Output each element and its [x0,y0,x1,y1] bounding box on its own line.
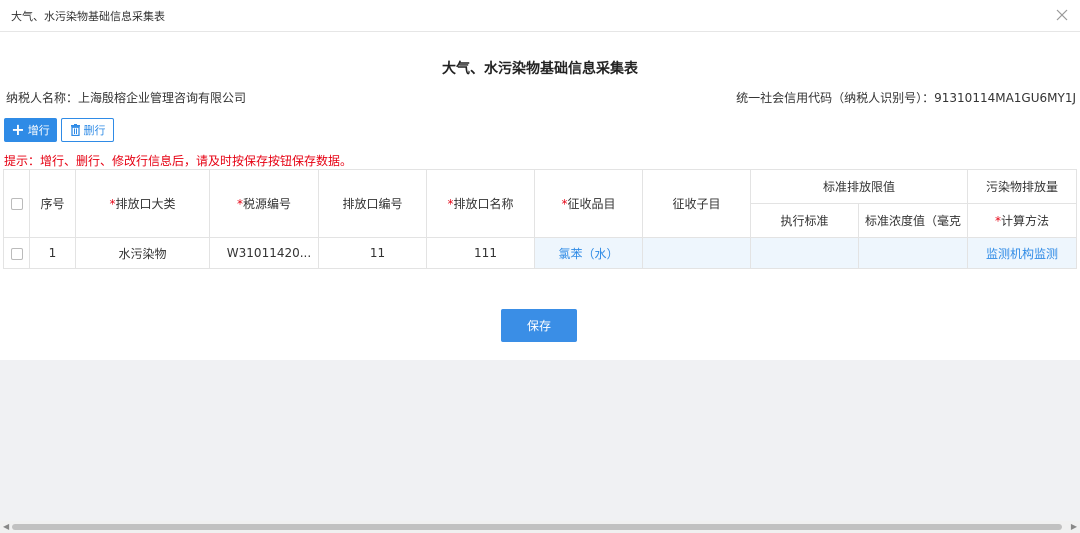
cell-tax-item[interactable]: 氯苯（水） [534,237,643,269]
cell-tax-subitem[interactable] [642,237,751,269]
scroll-right-icon[interactable]: ▶ [1071,522,1077,531]
scroll-left-icon[interactable]: ◀ [3,522,9,531]
delete-row-button[interactable]: 删行 [61,118,114,142]
trash-icon [70,124,80,136]
add-row-button[interactable]: + 增行 [4,118,57,142]
cell-seq: 1 [29,237,76,269]
delete-row-label: 删行 [83,124,106,137]
cell-exec-standard[interactable] [750,237,859,269]
close-icon[interactable] [1052,5,1072,25]
cell-tax-source-no[interactable]: W31011420... [209,237,319,269]
dialog-title: 大气、水污染物基础信息采集表 [11,10,165,23]
select-all-header[interactable] [3,169,30,238]
add-row-label: 增行 [27,124,50,137]
select-all-checkbox[interactable] [10,198,23,210]
table-row[interactable]: 1 水污染物 W31011420... 11 111 氯苯（水） 监测机构监测 [3,237,1078,269]
header-exec-standard: 执行标准 [750,203,859,238]
cell-std-concentration[interactable] [857,237,969,269]
header-seq: 序号 [29,169,76,238]
header-pollutant-group: 污染物排放量 [967,169,1078,204]
dialog-titlebar: 大气、水污染物基础信息采集表 [0,0,1080,32]
table-header-row: 序号 *排放口大类 *税源编号 排放口编号 *排放口名称 *征收品目 征收子目 … [3,169,1078,238]
header-tax-source-no: *税源编号 [209,169,319,238]
row-checkbox[interactable] [10,247,23,260]
header-calc-method: *计算方法 [967,203,1078,238]
scrollbar-thumb[interactable] [12,524,1062,530]
form-title: 大气、水污染物基础信息采集表 [442,61,638,77]
taxpayer-name: 纳税人名称：上海殷榕企业管理咨询有限公司 [6,91,247,105]
header-std-limit-group: 标准排放限值 [749,169,969,204]
header-outlet-no: 排放口编号 [318,169,427,238]
header-std-concentration: 标准浓度值（毫克 [857,203,969,238]
cell-outlet-no[interactable]: 11 [318,237,427,269]
empty-panel [0,360,1080,521]
header-tax-item: *征收品目 [534,169,643,238]
header-tax-subitem: 征收子目 [642,169,751,238]
header-outlet-category: *排放口大类 [75,169,210,238]
header-outlet-name: *排放口名称 [426,169,535,238]
row-select-cell[interactable] [3,237,30,269]
pollutant-table: 序号 *排放口大类 *税源编号 排放口编号 *排放口名称 *征收品目 征收子目 … [3,169,1078,269]
plus-icon: + [11,120,25,139]
hint-text: 提示：增行、删行、修改行信息后，请及时按保存按钮保存数据。 [4,154,353,168]
credit-code: 统一社会信用代码（纳税人识别号）：91310114MA1GU6MY1J [736,91,1076,105]
cell-outlet-category[interactable]: 水污染物 [75,237,210,269]
cell-calc-method[interactable]: 监测机构监测 [967,237,1078,269]
horizontal-scrollbar[interactable]: ◀ ▶ [0,521,1080,533]
save-button[interactable]: 保存 [501,309,577,342]
cell-outlet-name[interactable]: 111 [426,237,535,269]
